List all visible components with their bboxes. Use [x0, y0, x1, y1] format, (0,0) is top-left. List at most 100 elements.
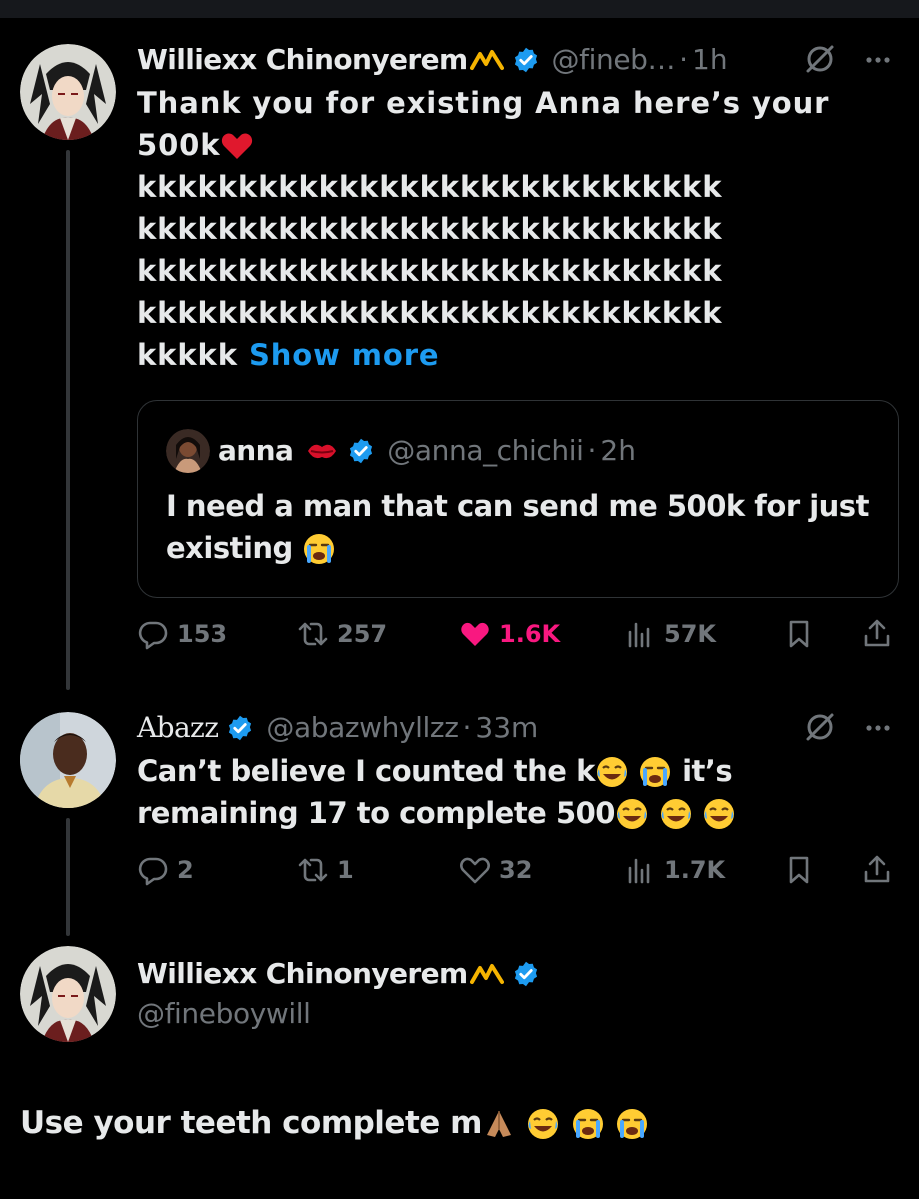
amount-text: 500k [137, 128, 221, 162]
reply-count: 153 [177, 620, 228, 648]
joy-face-icon [659, 797, 693, 831]
grok-icon[interactable] [803, 710, 837, 744]
kiss-mark-icon [305, 434, 339, 468]
tweet-header: Williexx Chinonyerem @fineb… · 1h [137, 42, 728, 78]
share-icon [864, 855, 890, 883]
share-button[interactable] [861, 850, 893, 890]
quoted-display-name[interactable]: anna [218, 433, 294, 469]
verified-badge-icon[interactable] [512, 960, 540, 988]
thread-connector-line [66, 818, 70, 936]
user-handle[interactable]: @fineboywill [137, 996, 311, 1032]
top-status-strip [0, 0, 919, 18]
k-line: kkkkkkkkkkkkkkkkkkkkkkkkkkkkk [137, 170, 723, 204]
tweet-text-line: Thank you for existing Anna here’s your [137, 86, 830, 120]
loudly-crying-face-icon [302, 532, 336, 566]
verified-badge-icon[interactable] [226, 714, 254, 742]
timestamp[interactable]: 1h [692, 42, 728, 78]
joy-face-icon [615, 797, 649, 831]
tweet-text-line: kkkkk Show more [137, 334, 897, 376]
views-count: 57K [664, 620, 716, 648]
tweet-text: Thank you for existing Anna here’s your … [137, 82, 897, 376]
more-options-icon[interactable] [862, 712, 894, 744]
quoted-text-line: I need a man that can send me 500k for j… [166, 489, 869, 523]
quoted-avatar[interactable] [166, 429, 210, 473]
tweet-header: Abazz @abazwhyllzz · 33m [137, 710, 538, 746]
share-button[interactable] [861, 614, 893, 654]
separator-dot: · [462, 711, 472, 744]
user-handle[interactable]: @fineb… [552, 42, 676, 78]
joy-face-icon [526, 1107, 560, 1141]
k-line: kkkkk [137, 338, 238, 372]
tweet-header: Williexx Chinonyerem [137, 956, 540, 992]
joy-face-icon [702, 797, 736, 831]
handle-row: @fineboywill [137, 996, 311, 1032]
k-line: kkkkkkkkkkkkkkkkkkkkkkkkkkkkk [137, 254, 723, 288]
heart-outline-icon [460, 857, 490, 884]
bookmark-icon [789, 856, 809, 884]
user-handle[interactable]: @abazwhyllzz [266, 710, 459, 746]
repost-icon [298, 622, 328, 646]
quoted-tweet[interactable]: anna @anna_chichii · 2h I need a man tha… [137, 400, 899, 598]
separator-dot: · [679, 43, 689, 76]
quoted-text-word: existing [166, 531, 293, 565]
repost-count: 1 [337, 856, 354, 884]
like-button[interactable]: 1.6K [459, 614, 560, 654]
show-more-link[interactable]: Show more [249, 338, 440, 372]
grok-icon[interactable] [803, 42, 837, 76]
verified-badge-icon[interactable] [347, 437, 375, 465]
verified-badge-icon[interactable] [512, 46, 540, 74]
avatar[interactable] [20, 946, 116, 1042]
repost-button[interactable]: 1 [297, 850, 354, 890]
reply-icon [138, 857, 168, 886]
reply-button[interactable]: 2 [137, 850, 194, 890]
views-icon [628, 622, 650, 648]
like-count: 1.6K [499, 620, 561, 648]
tweet-text: Can’t believe I counted the k it’s remai… [137, 750, 897, 834]
timestamp[interactable]: 33m [475, 710, 538, 746]
display-name[interactable]: Williexx Chinonyerem [137, 956, 468, 992]
views-button[interactable]: 57K [624, 614, 716, 654]
share-icon [864, 619, 890, 647]
repost-count: 257 [337, 620, 388, 648]
tweet-text-line: Can’t believe I counted the k it’s [137, 750, 897, 792]
heart-filled-icon [461, 622, 489, 646]
tweet-text: Use your teeth complete m [20, 1102, 900, 1144]
repost-icon [298, 858, 328, 882]
red-heart-icon [220, 129, 254, 163]
folded-hands-icon [482, 1107, 516, 1141]
tweet-text-segment: Use your teeth complete m [20, 1105, 482, 1141]
bookmark-button[interactable] [783, 614, 815, 654]
loudly-crying-face-icon [571, 1107, 605, 1141]
repost-button[interactable]: 257 [297, 614, 387, 654]
views-icon [628, 858, 650, 884]
bookmark-button[interactable] [783, 850, 815, 890]
crown-squiggle-icon [469, 46, 504, 74]
reply-count: 2 [177, 856, 194, 884]
tweet-text-line: 500k [137, 124, 897, 166]
display-name[interactable]: Williexx Chinonyerem [137, 42, 468, 78]
tweet-actions: 153 257 1.6K 57K [137, 614, 897, 654]
quoted-tweet-header: anna @anna_chichii · 2h [218, 433, 636, 469]
avatar[interactable] [20, 712, 116, 808]
quoted-tweet-text: I need a man that can send me 500k for j… [166, 485, 886, 569]
more-options-icon[interactable] [862, 44, 894, 76]
views-button[interactable]: 1.7K [624, 850, 725, 890]
loudly-crying-face-icon [638, 755, 672, 789]
crown-squiggle-icon [469, 960, 504, 988]
quoted-user-handle[interactable]: @anna_chichii [387, 433, 584, 469]
tweet-text-segment: remaining 17 to complete 500 [137, 796, 615, 830]
tweet-text-line: Use your teeth complete m [20, 1102, 900, 1144]
avatar[interactable] [20, 44, 116, 140]
tweet-actions: 2 1 32 1.7K [137, 850, 897, 890]
thread-connector-line [66, 150, 70, 690]
quoted-text-line: existing [166, 527, 886, 569]
display-name[interactable]: Abazz [137, 710, 219, 746]
quoted-timestamp[interactable]: 2h [600, 433, 636, 469]
like-button[interactable]: 32 [459, 850, 532, 890]
loudly-crying-face-icon [615, 1107, 649, 1141]
reply-button[interactable]: 153 [137, 614, 227, 654]
k-line: kkkkkkkkkkkkkkkkkkkkkkkkkkkkk [137, 212, 723, 246]
joy-face-icon [595, 755, 629, 789]
bookmark-icon [789, 620, 809, 648]
separator-dot: · [587, 434, 597, 467]
